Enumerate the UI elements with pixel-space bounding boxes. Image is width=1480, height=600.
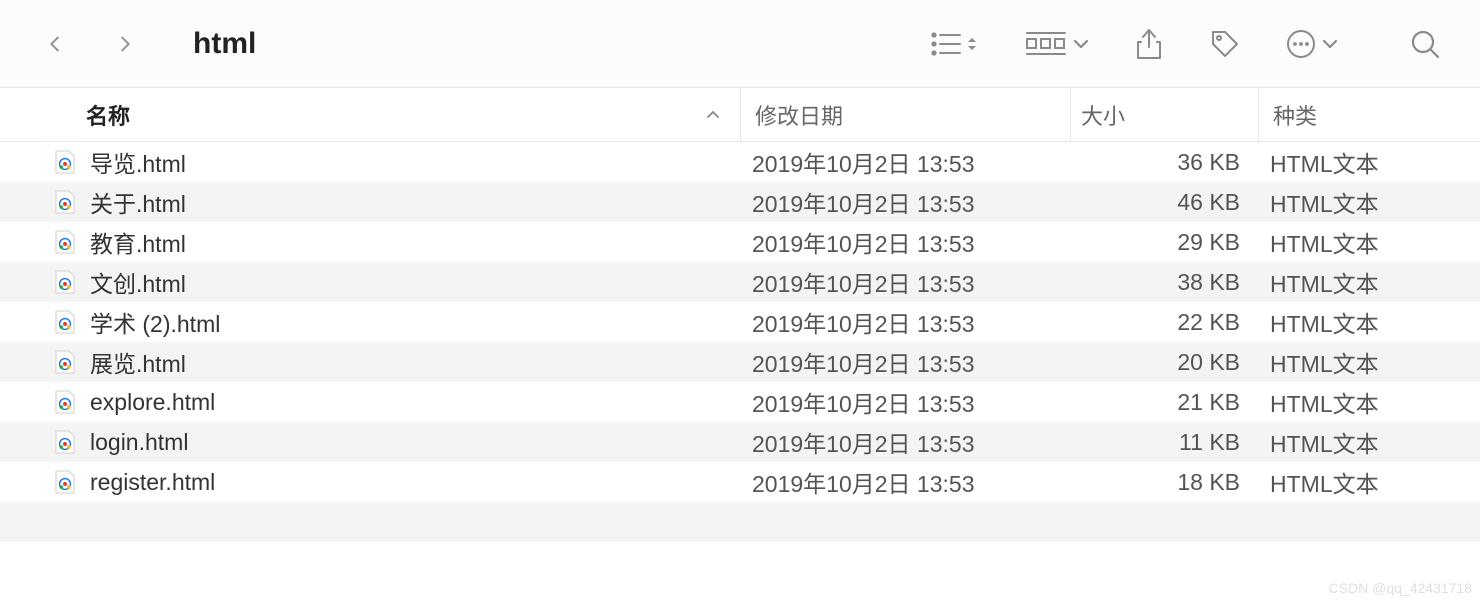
file-size: 20 KB [1068,349,1256,376]
file-date: 2019年10月2日 13:53 [738,465,1068,499]
view-list-button[interactable] [930,24,980,64]
table-row[interactable]: 导览.html2019年10月2日 13:5336 KBHTML文本 [0,142,1480,182]
table-row-empty [0,502,1480,542]
html-file-icon [54,310,84,334]
table-row[interactable]: 展览.html2019年10月2日 13:5320 KBHTML文本 [0,342,1480,382]
table-row[interactable]: register.html2019年10月2日 13:5318 KBHTML文本 [0,462,1480,502]
table-row[interactable]: login.html2019年10月2日 13:5311 KBHTML文本 [0,422,1480,462]
file-kind: HTML文本 [1256,145,1480,179]
file-date: 2019年10月2日 13:53 [738,305,1068,339]
search-button[interactable] [1410,24,1440,64]
column-header-kind[interactable]: 种类 [1258,88,1480,141]
folder-title: html [193,27,256,61]
table-row[interactable]: 教育.html2019年10月2日 13:5329 KBHTML文本 [0,222,1480,262]
table-row[interactable]: explore.html2019年10月2日 13:5321 KBHTML文本 [0,382,1480,422]
file-date: 2019年10月2日 13:53 [738,385,1068,419]
file-name: login.html [90,429,738,456]
more-button[interactable] [1286,24,1340,64]
file-kind: HTML文本 [1256,425,1480,459]
table-row[interactable]: 学术 (2).html2019年10月2日 13:5322 KBHTML文本 [0,302,1480,342]
group-by-button[interactable] [1025,24,1089,64]
file-kind: HTML文本 [1256,345,1480,379]
column-headers: 名称 修改日期 大小 种类 [0,88,1480,142]
file-date: 2019年10月2日 13:53 [738,265,1068,299]
file-name: explore.html [90,389,738,416]
file-size: 22 KB [1068,309,1256,336]
file-name: 学术 (2).html [90,305,738,339]
file-kind: HTML文本 [1256,385,1480,419]
table-row[interactable]: 文创.html2019年10月2日 13:5338 KBHTML文本 [0,262,1480,302]
file-date: 2019年10月2日 13:53 [738,225,1068,259]
file-size: 29 KB [1068,229,1256,256]
column-header-date-label: 修改日期 [755,99,843,131]
file-size: 18 KB [1068,469,1256,496]
file-kind: HTML文本 [1256,265,1480,299]
file-kind: HTML文本 [1256,225,1480,259]
column-header-name-label: 名称 [86,104,130,129]
html-file-icon [54,390,84,414]
sort-ascending-icon [706,102,720,128]
html-file-icon [54,470,84,494]
file-name: 展览.html [90,345,738,379]
column-header-kind-label: 种类 [1273,99,1317,131]
column-header-name[interactable]: 名称 [0,99,740,131]
tags-button[interactable] [1209,24,1241,64]
file-name: register.html [90,469,738,496]
share-button[interactable] [1134,24,1164,64]
column-header-date[interactable]: 修改日期 [740,88,1070,141]
file-kind: HTML文本 [1256,465,1480,499]
file-size: 38 KB [1068,269,1256,296]
column-header-size-label: 大小 [1081,99,1125,131]
file-date: 2019年10月2日 13:53 [738,345,1068,379]
column-header-size[interactable]: 大小 [1070,88,1258,141]
html-file-icon [54,190,84,214]
html-file-icon [54,270,84,294]
file-size: 36 KB [1068,149,1256,176]
file-date: 2019年10月2日 13:53 [738,425,1068,459]
back-button[interactable] [35,24,75,64]
html-file-icon [54,350,84,374]
watermark: CSDN @qq_42431718 [1329,580,1472,596]
file-name: 导览.html [90,145,738,179]
forward-button[interactable] [105,24,145,64]
file-date: 2019年10月2日 13:53 [738,185,1068,219]
file-size: 11 KB [1068,429,1256,456]
file-kind: HTML文本 [1256,305,1480,339]
html-file-icon [54,150,84,174]
file-kind: HTML文本 [1256,185,1480,219]
file-size: 46 KB [1068,189,1256,216]
table-row[interactable]: 关于.html2019年10月2日 13:5346 KBHTML文本 [0,182,1480,222]
toolbar: html [0,0,1480,88]
file-name: 文创.html [90,265,738,299]
file-name: 教育.html [90,225,738,259]
file-list: 导览.html2019年10月2日 13:5336 KBHTML文本 关于.ht… [0,142,1480,542]
file-name: 关于.html [90,185,738,219]
file-date: 2019年10月2日 13:53 [738,145,1068,179]
html-file-icon [54,230,84,254]
html-file-icon [54,430,84,454]
file-size: 21 KB [1068,389,1256,416]
